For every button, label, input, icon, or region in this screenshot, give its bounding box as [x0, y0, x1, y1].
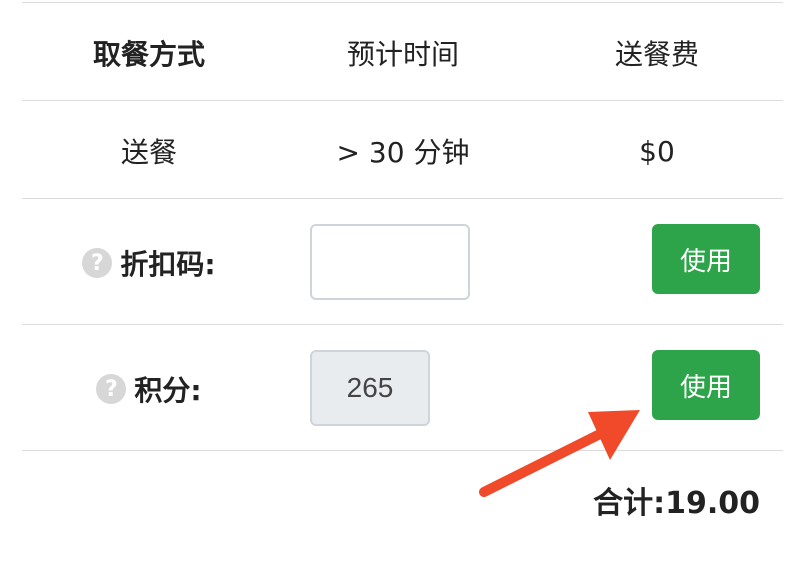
arrow-head [588, 410, 640, 460]
header-estimated-time: 预计时间 [346, 38, 459, 71]
arrow-shaft [479, 429, 605, 497]
points-label: 积分: [134, 374, 202, 407]
divider [22, 100, 783, 101]
discount-label-group: ? 折扣码: [22, 228, 276, 298]
header-pickup-method: 取餐方式 [92, 38, 205, 71]
help-icon[interactable]: ? [96, 374, 127, 404]
help-icon[interactable]: ? [82, 248, 113, 278]
delivery-method-value: 送餐 [120, 136, 177, 169]
divider [22, 198, 783, 199]
order-summary-panel: 取餐方式 预计时间 送餐费 送餐 > 30 分钟 $0 ? 折扣码: 使用 ? … [0, 0, 812, 562]
delivery-fee-value: $0 [639, 134, 675, 168]
discount-code-input[interactable] [310, 224, 470, 300]
apply-points-button[interactable]: 使用 [652, 350, 760, 420]
points-input: 265 [310, 350, 430, 426]
divider [22, 450, 783, 451]
header-delivery-fee: 送餐费 [614, 38, 699, 71]
apply-discount-button[interactable]: 使用 [652, 224, 760, 294]
discount-label: 折扣码: [120, 248, 216, 281]
divider [22, 324, 783, 325]
delivery-time-value: > 30 分钟 [336, 136, 470, 169]
divider [22, 2, 783, 3]
points-label-group: ? 积分: [22, 354, 276, 424]
order-total: 合计:19.00 [593, 486, 760, 521]
